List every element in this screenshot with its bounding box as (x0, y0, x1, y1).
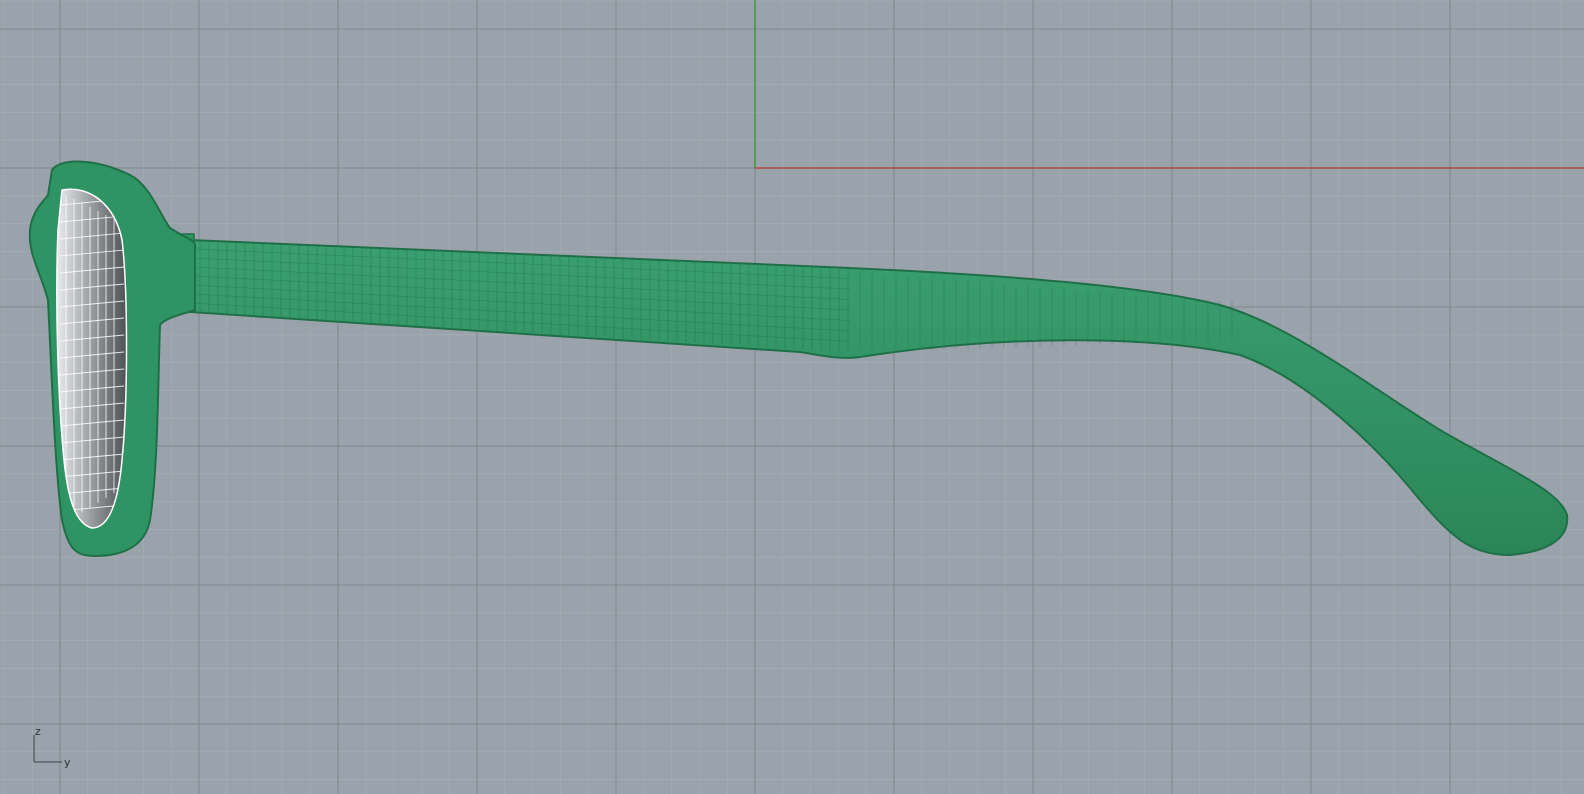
glasses-model[interactable] (28, 160, 1569, 558)
axis-z-label: z (35, 725, 41, 738)
temple-arm[interactable] (189, 238, 1569, 557)
axis-y-label: y (64, 756, 71, 769)
viewport-right-view[interactable]: z y (0, 0, 1584, 794)
lens[interactable] (56, 188, 128, 529)
axis-triad-icon: z y (33, 725, 71, 769)
